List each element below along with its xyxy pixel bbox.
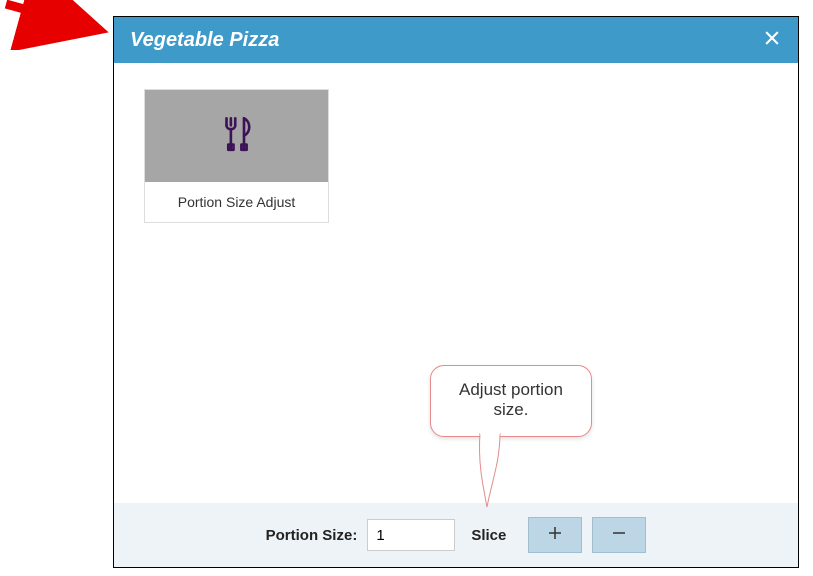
close-icon [762, 28, 782, 53]
callout-text: Adjust portion size. [459, 380, 563, 419]
portion-dialog: Vegetable Pizza [113, 16, 799, 568]
utensils-icon [216, 113, 258, 160]
dialog-body: Portion Size Adjust Adjust portion size. [114, 63, 798, 503]
card-label: Portion Size Adjust [145, 182, 328, 222]
portion-size-input[interactable] [367, 519, 455, 551]
decrement-button[interactable] [592, 517, 646, 553]
plus-icon [546, 522, 564, 548]
portion-size-label: Portion Size: [266, 527, 358, 544]
portion-adjust-card[interactable]: Portion Size Adjust [144, 89, 329, 223]
callout-bubble: Adjust portion size. [430, 365, 592, 437]
dialog-title: Vegetable Pizza [130, 29, 279, 52]
increment-button[interactable] [528, 517, 582, 553]
dialog-footer: Portion Size: Slice [114, 503, 798, 567]
card-image [145, 90, 328, 182]
minus-icon [610, 522, 628, 548]
annotation-arrow-icon [0, 0, 120, 50]
dialog-header: Vegetable Pizza [114, 17, 798, 63]
close-button[interactable] [762, 28, 782, 52]
portion-unit-label: Slice [471, 527, 506, 544]
callout-tail-icon [472, 431, 508, 511]
